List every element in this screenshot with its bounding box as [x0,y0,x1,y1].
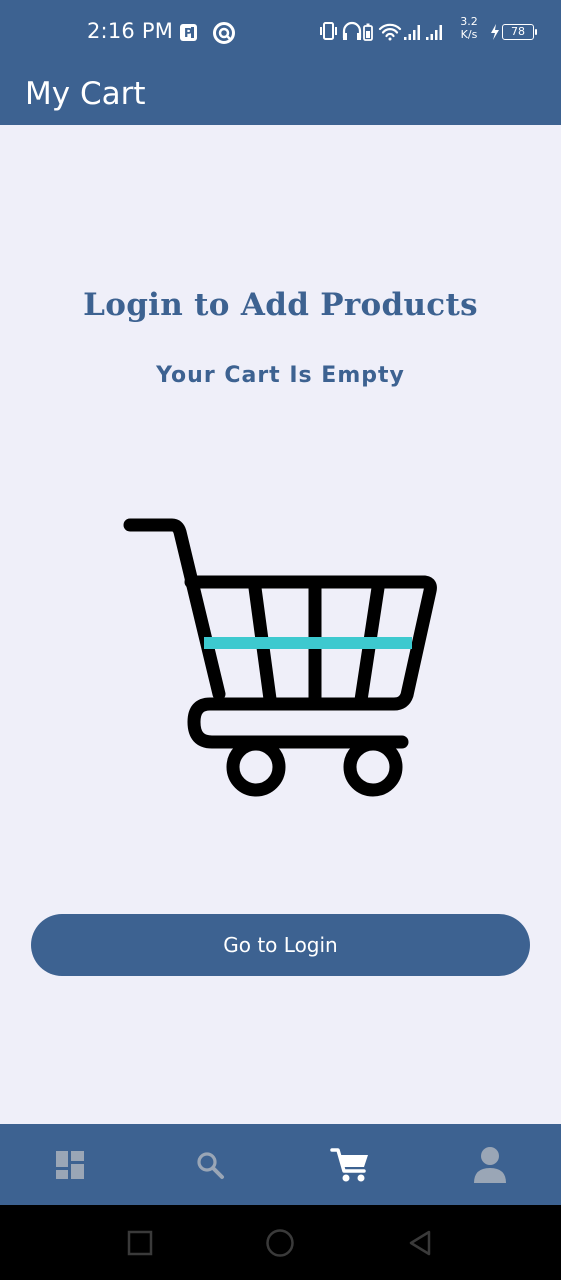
battery-icon: 78 [502,24,534,40]
wifi-icon [378,23,402,41]
nav-item-profile[interactable] [420,1124,560,1205]
nav-item-cart[interactable] [280,1124,420,1205]
search-icon [197,1151,224,1179]
signal-icon [404,25,420,40]
status-time: 2:16 PM [87,19,174,43]
status-bar: 2:16 PM P 3.2 K/s 78 [0,0,561,64]
home-icon [266,1228,294,1257]
system-status-icons [320,21,442,41]
home-button[interactable] [240,1205,320,1280]
cart-handle [123,518,226,701]
empty-cart-message: Your Cart Is Empty [156,363,405,388]
signal-icon [426,25,442,40]
battery-saver-icon [363,23,373,41]
back-button[interactable] [380,1205,460,1280]
back-icon [409,1230,431,1255]
recents-icon [127,1230,153,1255]
bottom-navigation [0,1124,561,1205]
page-title: My Cart [25,76,146,112]
battery-tip [535,29,537,35]
system-navigation-bar [0,1205,561,1280]
cart-wheel [226,737,286,797]
app-notification-icon [213,22,235,44]
cart-icon [330,1147,368,1181]
network-speed-unit: K/s [460,28,478,41]
headphones-icon [342,21,362,40]
dashboard-icon [56,1150,84,1179]
go-to-login-button[interactable]: Go to Login [31,914,530,976]
profile-icon [474,1146,506,1183]
notification-icons: P [180,22,235,44]
recents-button[interactable] [100,1205,180,1280]
charging-icon [491,24,499,40]
network-speed: 3.2 K/s [458,15,480,41]
network-speed-value: 3.2 [460,15,478,28]
cart-wheel [343,737,403,797]
shopping-cart-illustration [123,518,437,797]
nav-item-dashboard[interactable] [0,1124,140,1205]
battery-indicator: 78 [490,22,540,42]
app-bar: My Cart [0,64,561,125]
parking-notification-icon: P [180,24,197,41]
nav-item-search[interactable] [140,1124,280,1205]
vibrate-icon [320,22,337,40]
login-prompt-heading: Login to Add Products [83,287,478,323]
